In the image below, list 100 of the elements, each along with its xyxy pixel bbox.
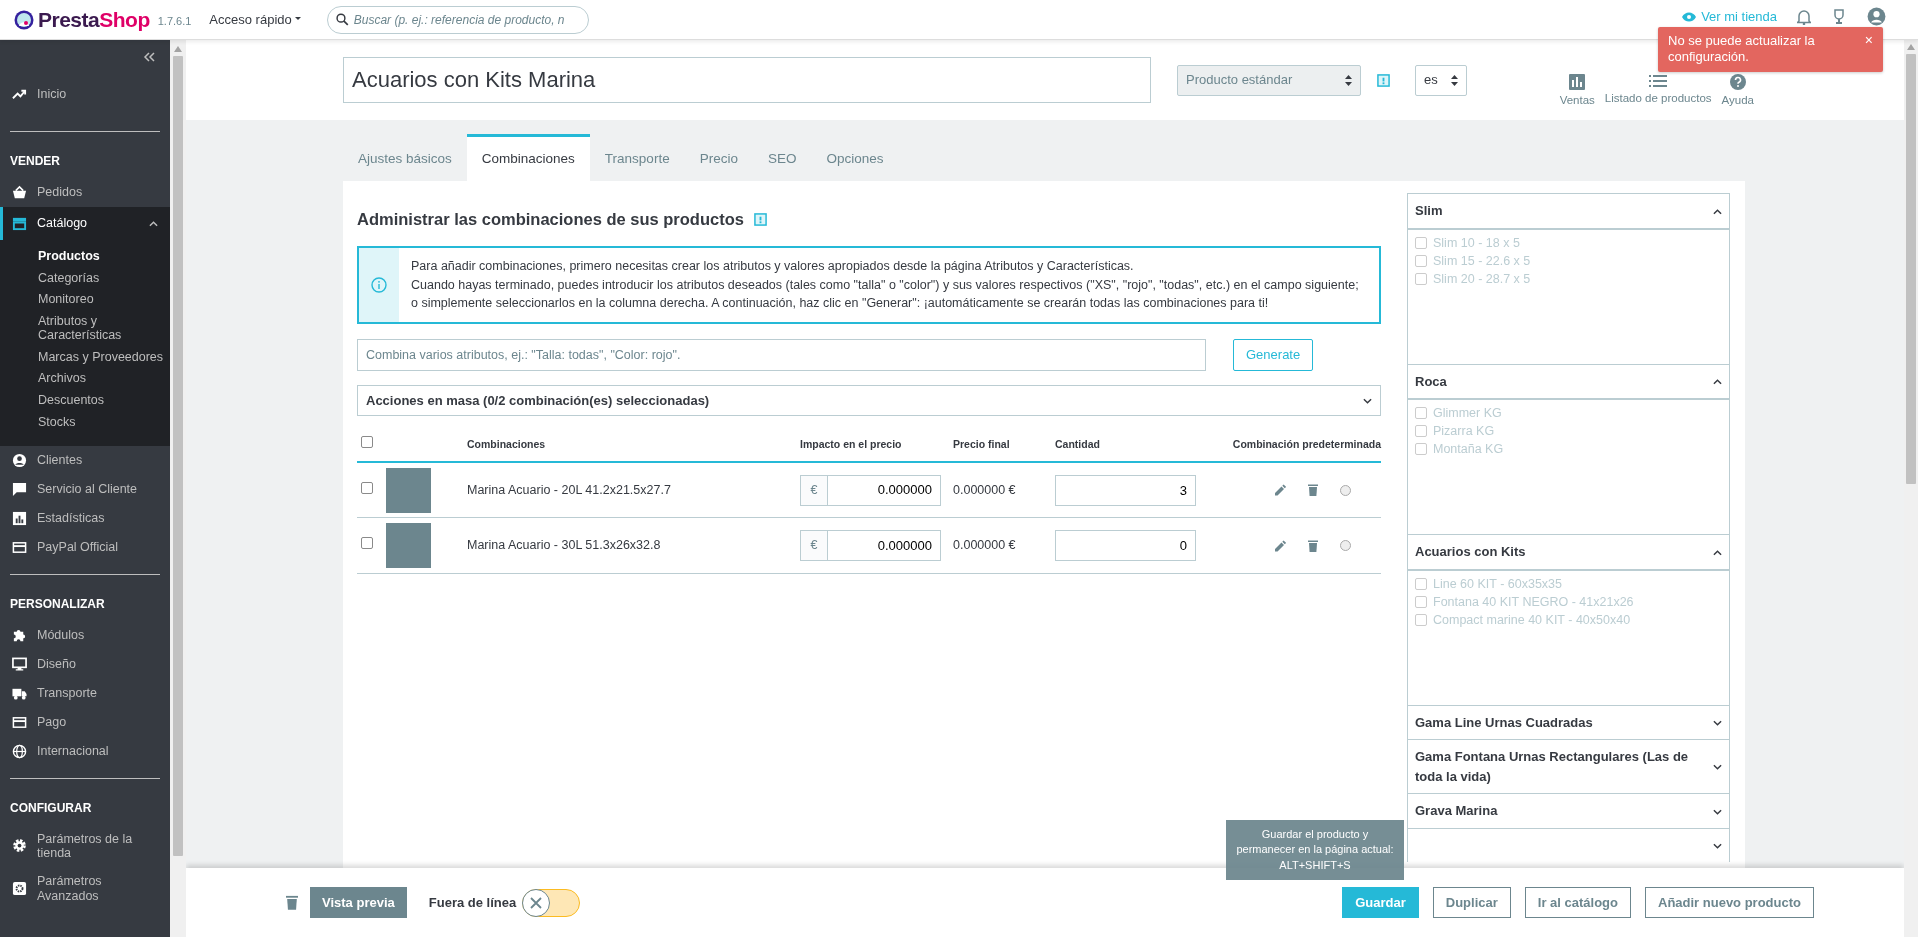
user-icon[interactable] [1867,7,1886,26]
chevron-down-icon[interactable] [1713,843,1722,850]
bulk-actions-dropdown[interactable]: Acciones en masa (0/2 combinación(es) seleccionadas) [357,385,1381,416]
trophy-icon[interactable] [1831,8,1847,25]
toolbar-link[interactable]: Ventas [1559,74,1595,110]
chevron-up-icon[interactable] [1713,379,1722,386]
trash-icon[interactable] [1308,539,1318,552]
combine-attributes-field[interactable]: Combina varios atributos, ej.: "Talla: todas", "Color: rojo". [357,339,1206,371]
chevron-down-icon[interactable] [1713,720,1722,727]
toolbar-link[interactable]: Ayuda [1721,74,1754,110]
eye-icon [1681,10,1698,23]
trash-icon[interactable] [286,895,298,910]
tab[interactable]: SEO [752,133,812,181]
action-button[interactable]: Ir al catálogo [1524,887,1631,918]
radio-button[interactable] [1340,540,1351,552]
combination-name: Marina Acuario - 30L 51.3x26x32.8 [467,538,661,553]
tab[interactable]: Precio [684,133,753,181]
action-button[interactable]: Añadir nuevo producto [1645,887,1814,918]
quantity-field[interactable]: 0 [1055,530,1196,562]
final-price: 0.000000 € [953,538,1016,553]
submenu-item[interactable]: Descuentos [38,390,170,412]
toolbar-link[interactable]: Listado de productos [1604,74,1712,110]
scrollbar-thumb[interactable] [1906,54,1916,484]
attribute-group-header[interactable]: Gama Line Urnas Cuadradas [1408,705,1729,739]
pencil-icon[interactable] [1274,539,1286,552]
action-button[interactable]: Duplicar [1432,887,1511,918]
sidebar-item[interactable]: Catálogo [0,207,170,240]
scrollbar-thumb[interactable] [173,56,183,856]
chevron-up-icon[interactable] [149,220,158,227]
column-header: Combinación predeterminada [1232,437,1381,450]
help-icon[interactable] [753,212,767,226]
checkbox[interactable] [361,436,373,448]
sidebar-item[interactable]: Inicio [0,80,170,109]
checkbox[interactable] [361,537,373,550]
collapse-icon[interactable] [143,52,156,62]
attribute-group-header[interactable]: Gama Fontana Urnas Rectangulares (Las de toda la vida) [1408,740,1729,793]
quantity-field[interactable]: 3 [1055,474,1196,506]
sidebar-item[interactable]: Transporte [0,678,170,708]
submenu-item[interactable]: Monitoreo [38,289,170,311]
preview-button[interactable]: Vista previa [310,887,407,918]
chevron-up-icon[interactable] [1713,549,1722,556]
submenu-item[interactable]: Categorías [38,267,170,290]
sidebar-item[interactable]: Estadísticas [0,503,170,533]
sidebar-item[interactable]: PayPal Official [0,532,170,562]
price-impact-group[interactable]: € 0.000000 [800,474,941,506]
sidebar-item[interactable]: Pedidos [0,178,170,207]
sidebar-item[interactable]: Parámetros de la tienda [0,824,170,868]
column-header: Precio final [953,437,1010,450]
tab[interactable]: Transporte [589,133,685,181]
radio-button[interactable] [1340,484,1351,496]
language-select[interactable]: es [1415,64,1467,96]
scroll-up-icon[interactable] [174,46,182,52]
sidebar-item[interactable]: Módulos [0,620,170,650]
chevron-down-icon[interactable] [1713,808,1722,815]
product-type-select[interactable]: Producto estándar [1177,64,1361,96]
combination-name: Marina Acuario - 20L 41.2x21.5x27.7 [467,482,671,497]
help-icon[interactable] [1377,74,1390,88]
sidebar-item[interactable]: Servicio al Cliente [0,474,170,504]
submenu-item[interactable]: Archivos [38,368,170,390]
product-name-field[interactable]: Acuarios con Kits Marina [343,57,1151,103]
chevron-down-icon[interactable] [1713,764,1722,771]
close-button[interactable]: × [1864,33,1873,47]
basket-icon [12,185,27,200]
attribute-group-header[interactable]: Acuarios con Kits [1408,535,1729,569]
search-icon [336,13,349,26]
submenu-item[interactable]: Productos [38,245,170,268]
attribute-group-header[interactable]: Grava Marina [1408,794,1729,828]
toggle-switch[interactable] [522,888,581,917]
submenu-item[interactable]: Stocks [38,411,170,434]
submenu-item[interactable]: Marcas y Proveedores [38,346,170,369]
puzzle-icon [12,627,27,643]
attribute-group-header[interactable]: Roca [1408,364,1729,398]
sidebar-item[interactable]: Parámetros Avanzados [0,867,170,910]
sort-arrows-icon [1345,74,1352,86]
attribute-group-header[interactable]: Slim [1408,194,1729,228]
chevron-down-icon[interactable] [1363,397,1372,404]
trash-icon[interactable] [1308,484,1318,496]
sidebar-item[interactable]: Internacional [0,736,170,766]
offline-label: Fuera de línea [428,893,517,912]
close-icon [530,896,543,909]
scroll-up-icon[interactable] [1907,44,1915,50]
card-icon [12,539,27,555]
submenu-item[interactable]: Atributos y Características [38,311,170,347]
sidebar-item[interactable]: Diseño [0,649,170,679]
tab[interactable]: Ajustes básicos [343,133,467,181]
bell-icon[interactable] [1797,8,1811,25]
chart-icon [1569,74,1586,91]
sidebar-item[interactable]: Clientes [0,445,170,475]
list-icon [1649,74,1668,89]
chevron-up-icon[interactable] [1713,208,1722,215]
quick-access-menu[interactable]: Acceso rápido [209,9,302,30]
save-tooltip: Guardar el producto y permanecer en la página actual: ALT+SHIFT+S [1226,819,1404,880]
pencil-icon[interactable] [1274,484,1286,496]
price-impact-group[interactable]: € 0.000000 [800,530,941,562]
checkbox[interactable] [361,481,373,494]
tab[interactable]: Opciones [811,133,899,181]
tab[interactable]: Combinaciones [466,133,590,181]
logo-text: PrestaShop [38,6,150,33]
sidebar-item[interactable]: Pago [0,707,170,737]
version-text: 1.7.6.1 [157,14,192,30]
